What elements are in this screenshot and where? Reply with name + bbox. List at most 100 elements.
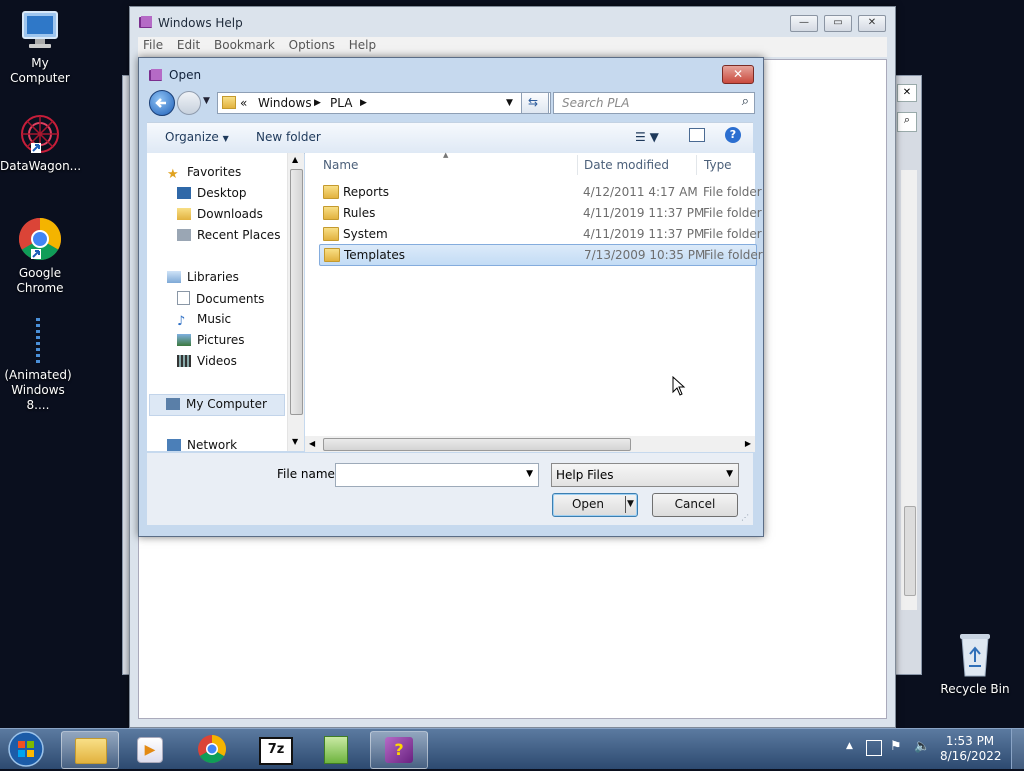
help-icon[interactable]: ? <box>725 127 741 143</box>
recent-places-icon <box>177 229 191 241</box>
dialog-close-button[interactable]: ✕ <box>722 65 754 84</box>
file-list-horizontal-scrollbar[interactable]: ◀ ▶ <box>305 436 755 452</box>
taskbar-media-player[interactable]: ▶ <box>122 731 178 767</box>
address-bar[interactable]: « Windows ▶ PLA ▶ ▼ <box>217 92 551 114</box>
nav-desktop[interactable]: Desktop <box>177 186 247 200</box>
maximize-button[interactable]: ▭ <box>824 15 852 32</box>
clock[interactable]: 1:53 PM 8/16/2022 <box>940 734 1002 764</box>
close-button[interactable]: ✕ <box>858 15 886 32</box>
background-window-close-icon[interactable]: ✕ <box>897 84 917 102</box>
folder-icon <box>323 227 339 241</box>
breadcrumb-pla[interactable]: PLA <box>330 96 352 110</box>
menu-help[interactable]: Help <box>344 37 381 53</box>
minimize-button[interactable]: — <box>790 15 818 32</box>
search-input[interactable]: Search PLA <box>562 96 629 110</box>
menu-bar: File Edit Bookmark Options Help <box>138 37 887 57</box>
show-hidden-icons-icon[interactable]: ▲ <box>846 741 853 751</box>
desktop-icon-label: (Animated) Windows 8.... <box>4 368 72 412</box>
column-header-name[interactable]: Name <box>323 153 358 177</box>
desktop-icon-recycle-bin[interactable]: Recycle Bin <box>935 632 1015 697</box>
clock-time: 1:53 PM <box>945 734 995 748</box>
scroll-down-icon[interactable]: ▼ <box>292 437 298 446</box>
nav-documents[interactable]: Documents <box>177 291 264 306</box>
desktop-icon-animated[interactable]: (Animated) Windows 8.... <box>0 318 78 413</box>
organize-button[interactable]: Organize ▼ <box>165 130 229 144</box>
back-button[interactable] <box>149 90 175 116</box>
command-bar: Organize ▼ New folder ☰ ▼ ? <box>147 122 753 154</box>
filename-label: File name: <box>277 467 339 481</box>
cancel-button[interactable]: Cancel <box>652 493 738 517</box>
nav-videos[interactable]: Videos <box>177 354 237 368</box>
file-type: File folder <box>703 227 762 241</box>
nav-network[interactable]: Network <box>167 438 237 452</box>
desktop-icon-label: DataWagon... <box>0 159 82 173</box>
taskbar-help[interactable]: ? <box>370 731 428 769</box>
open-button[interactable]: Open ▼ <box>552 493 638 517</box>
7zip-icon: 7z <box>259 737 293 765</box>
desktop-icon-datawagon[interactable]: DataWagon... <box>0 113 82 174</box>
background-window-search-icon[interactable]: ⌕ <box>897 112 917 132</box>
search-box[interactable]: Search PLA ⌕ <box>553 92 755 114</box>
file-row-rules[interactable]: Rules 4/11/2019 11:37 PM File folder <box>319 203 762 223</box>
desktop-icon-chrome[interactable]: Google Chrome <box>0 216 80 296</box>
column-header-date[interactable]: Date modified <box>584 153 669 177</box>
taskbar-explorer[interactable] <box>61 731 119 769</box>
scroll-up-icon[interactable]: ▲ <box>292 155 298 164</box>
open-dialog[interactable]: Open ✕ ▼ « Windows ▶ PLA ▶ ▼ ⇆ Search PL… <box>138 57 764 537</box>
address-dropdown-icon[interactable]: ▼ <box>506 98 513 108</box>
chevron-down-icon[interactable]: ▼ <box>526 469 533 479</box>
nav-libraries[interactable]: Libraries <box>167 270 239 284</box>
breadcrumb-overflow[interactable]: « <box>240 96 247 110</box>
nav-label: Music <box>197 312 232 326</box>
scroll-right-icon[interactable]: ▶ <box>745 439 751 448</box>
file-name: Reports <box>343 185 390 199</box>
file-row-system[interactable]: System 4/11/2019 11:37 PM File folder <box>319 224 762 244</box>
refresh-button[interactable]: ⇆ <box>521 92 549 114</box>
help-window-title: Windows Help <box>158 16 243 30</box>
menu-edit[interactable]: Edit <box>172 37 205 53</box>
file-type-select[interactable]: Help Files ▼ <box>551 463 739 487</box>
column-header-type[interactable]: Type <box>704 153 732 177</box>
nav-my-computer[interactable]: My Computer <box>149 394 285 416</box>
show-desktop-button[interactable] <box>1011 729 1024 769</box>
nav-recent-places[interactable]: Recent Places <box>177 228 280 242</box>
scroll-left-icon[interactable]: ◀ <box>309 439 315 448</box>
nav-downloads[interactable]: Downloads <box>177 207 263 221</box>
desktop-icon-label: Google Chrome <box>16 266 64 295</box>
nav-pictures[interactable]: Pictures <box>177 333 245 347</box>
breadcrumb-windows[interactable]: Windows <box>258 96 312 110</box>
preview-pane-icon[interactable] <box>689 128 705 142</box>
nav-music[interactable]: ♪ Music <box>177 312 232 329</box>
taskbar-chrome[interactable] <box>184 731 240 767</box>
file-row-reports[interactable]: Reports 4/12/2011 4:17 AM File folder <box>319 182 762 202</box>
network-tray-icon[interactable] <box>866 740 882 756</box>
file-row-templates[interactable]: Templates 7/13/2009 10:35 PM File folder <box>319 244 763 266</box>
scroll-thumb[interactable] <box>323 438 631 451</box>
view-options-icon[interactable]: ☰ ▼ <box>635 130 659 144</box>
sort-ascending-icon: ▲ <box>443 151 449 159</box>
scroll-thumb[interactable] <box>290 169 303 415</box>
taskbar-7zip[interactable]: 7z <box>246 731 302 767</box>
forward-button[interactable] <box>177 91 201 115</box>
filename-input[interactable]: ▼ <box>335 463 539 487</box>
folder-icon <box>323 185 339 199</box>
menu-options[interactable]: Options <box>284 37 340 53</box>
file-name: Templates <box>344 248 406 262</box>
recent-locations-dropdown[interactable]: ▼ <box>203 96 210 106</box>
taskbar-notepad[interactable] <box>308 731 364 767</box>
menu-bookmark[interactable]: Bookmark <box>209 37 280 53</box>
start-button[interactable] <box>6 730 46 768</box>
resize-grip-icon[interactable]: ⋰ <box>741 513 749 522</box>
new-folder-button[interactable]: New folder <box>256 130 321 144</box>
navigation-scrollbar[interactable]: ▲ ▼ <box>287 153 304 451</box>
action-center-icon[interactable]: ⚑ <box>890 739 902 754</box>
nav-favorites[interactable]: ★ Favorites <box>167 165 241 182</box>
desktop-icon-my-computer[interactable]: My Computer <box>0 10 80 86</box>
chevron-down-icon[interactable]: ▼ <box>627 494 634 515</box>
organize-label: Organize <box>165 130 219 144</box>
open-split-divider <box>625 496 626 513</box>
background-window-scrollbar[interactable] <box>901 170 917 610</box>
volume-icon[interactable]: 🔈 <box>914 739 930 754</box>
breadcrumb-separator-icon: ▶ <box>360 98 367 108</box>
menu-file[interactable]: File <box>138 37 168 53</box>
